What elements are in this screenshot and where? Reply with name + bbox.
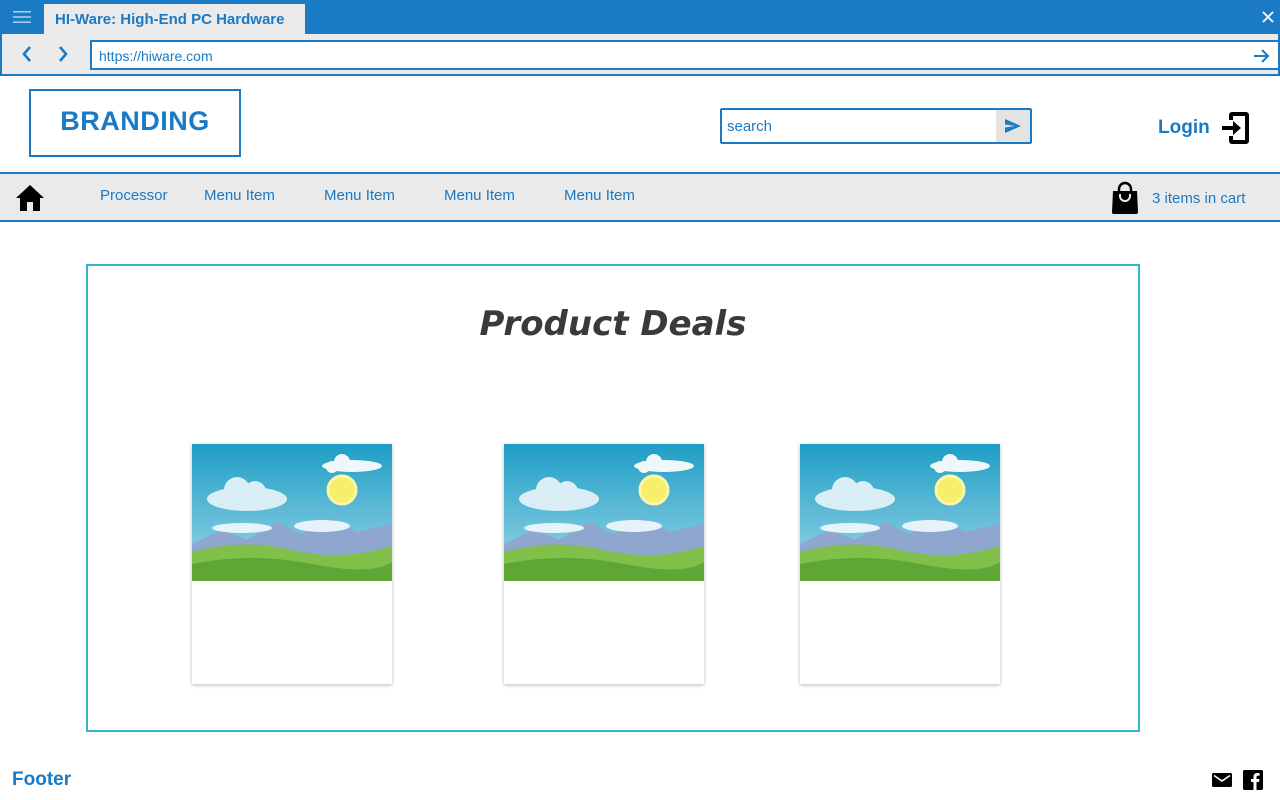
branding-text: BRANDING xyxy=(60,105,210,136)
main-menu-bar: Processor Menu Item Menu Item Menu Item … xyxy=(0,172,1280,222)
login-label: Login xyxy=(1158,117,1210,138)
menu-item[interactable]: Menu Item xyxy=(204,187,275,204)
facebook-icon[interactable] xyxy=(1242,770,1264,790)
menu-item[interactable]: Menu Item xyxy=(564,187,635,204)
login-button[interactable]: Login xyxy=(1158,108,1252,148)
product-card[interactable] xyxy=(504,444,704,684)
product-card[interactable] xyxy=(192,444,392,684)
search-box xyxy=(720,108,1032,144)
product-image xyxy=(800,444,1000,581)
arrow-right-icon[interactable] xyxy=(1252,46,1272,66)
menu-item[interactable]: Menu Item xyxy=(324,187,395,204)
tab-title: HI-Ware: High-End PC Hardware xyxy=(55,10,285,28)
browser-tab-bar: HI-Ware: High-End PC Hardware xyxy=(0,0,1280,34)
product-image xyxy=(504,444,704,581)
back-button[interactable] xyxy=(15,42,39,66)
hamburger-menu-button[interactable] xyxy=(0,0,44,34)
send-icon xyxy=(1005,119,1021,133)
product-deals-panel: Product Deals xyxy=(86,264,1140,732)
login-icon xyxy=(1221,112,1249,144)
forward-button[interactable] xyxy=(51,42,75,66)
shopping-bag-icon xyxy=(1112,181,1138,214)
chevron-left-icon xyxy=(22,46,31,62)
close-icon xyxy=(1262,11,1274,23)
cart-count-label: 3 items in cart xyxy=(1152,189,1246,207)
address-bar[interactable]: https://hiware.com xyxy=(90,40,1280,70)
footer-label: Footer xyxy=(12,769,72,790)
search-submit-button[interactable] xyxy=(996,110,1030,142)
search-input[interactable] xyxy=(722,110,996,142)
mail-icon[interactable] xyxy=(1211,770,1233,790)
product-image xyxy=(192,444,392,581)
page-title: Product Deals xyxy=(479,304,747,344)
product-card[interactable] xyxy=(800,444,1000,684)
hamburger-icon xyxy=(13,11,31,23)
menu-item[interactable]: Menu Item xyxy=(444,187,515,204)
home-icon[interactable] xyxy=(14,182,46,214)
close-window-button[interactable] xyxy=(1256,0,1280,34)
browser-tab[interactable]: HI-Ware: High-End PC Hardware xyxy=(44,4,305,34)
menu-item-processor[interactable]: Processor xyxy=(100,187,168,204)
branding-logo[interactable]: BRANDING xyxy=(29,89,241,157)
chevron-right-icon xyxy=(59,46,68,62)
url-text: https://hiware.com xyxy=(99,48,213,64)
cart-button[interactable]: 3 items in cart xyxy=(1110,181,1245,215)
browser-nav-bar: https://hiware.com xyxy=(0,34,1280,76)
